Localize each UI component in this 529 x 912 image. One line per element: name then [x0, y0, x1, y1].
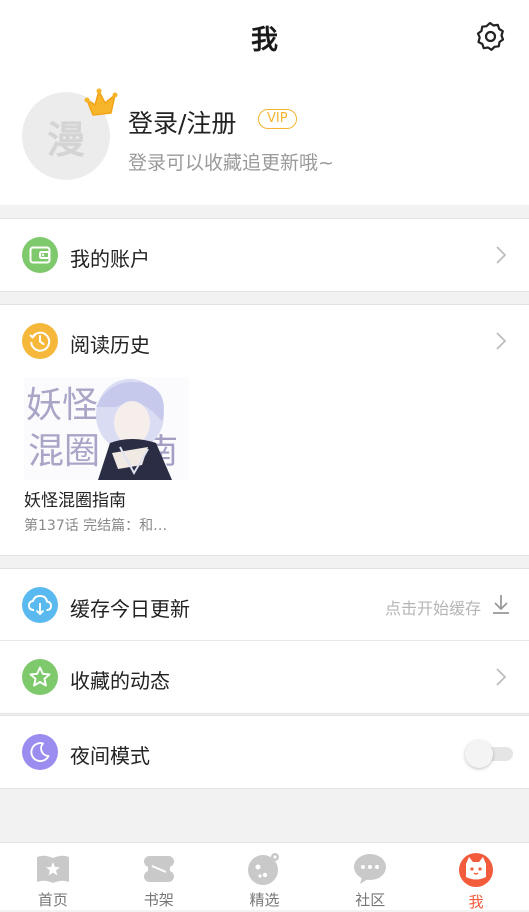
- login-register-link[interactable]: 登录/注册: [128, 104, 236, 140]
- home-star-icon: [34, 851, 72, 887]
- gear-icon[interactable]: [475, 21, 505, 51]
- book-cover[interactable]: 妖怪 混圈 南: [24, 377, 189, 480]
- profile-cat-icon: [457, 851, 495, 889]
- start-cache-hint[interactable]: 点击开始缓存: [385, 595, 481, 619]
- tab-label: 首页: [37, 891, 68, 909]
- cache-favorites-card: 缓存今日更新 点击开始缓存 收藏的动态: [0, 568, 529, 714]
- book-title: 妖怪混圈指南: [24, 491, 126, 511]
- night-mode-toggle[interactable]: [465, 740, 513, 768]
- account-card: 我的账户: [0, 218, 529, 292]
- my-account-label: 我的账户: [70, 247, 150, 271]
- reading-history-row[interactable]: 阅读历史: [0, 305, 529, 377]
- tab-label: 书架: [143, 891, 174, 909]
- tab-label: 精选: [249, 891, 280, 909]
- chevron-right-icon: [495, 331, 507, 355]
- svg-text:妖怪: 妖怪: [26, 385, 98, 426]
- moon-icon: [22, 734, 58, 770]
- chevron-right-icon: [495, 667, 507, 691]
- tab-label: 社区: [355, 891, 386, 909]
- login-hint: 登录可以收藏追更新哦~: [128, 152, 334, 174]
- crown-icon: [84, 86, 120, 122]
- book-progress: 第137话 完结篇：和…: [24, 518, 168, 534]
- svg-text:混圈: 混圈: [28, 431, 100, 472]
- chat-bubble-icon: [351, 851, 389, 887]
- download-icon[interactable]: [491, 592, 511, 620]
- tab-featured[interactable]: 精选: [212, 843, 318, 910]
- favorites-updates-label: 收藏的动态: [70, 669, 170, 693]
- my-account-row[interactable]: 我的账户: [0, 219, 529, 291]
- reading-history-label: 阅读历史: [70, 333, 150, 357]
- bookshelf-icon: [140, 851, 178, 887]
- avatar-placeholder-text: 漫: [46, 116, 85, 162]
- tab-me[interactable]: 我: [423, 843, 529, 911]
- chevron-right-icon: [495, 245, 507, 269]
- night-mode-row: 夜间模式: [0, 716, 529, 788]
- cache-today-label: 缓存今日更新: [70, 597, 190, 621]
- tab-home[interactable]: 首页: [0, 843, 106, 910]
- night-mode-label: 夜间模式: [70, 744, 150, 768]
- tab-bookshelf[interactable]: 书架: [106, 843, 212, 910]
- favorites-updates-row[interactable]: 收藏的动态: [0, 641, 529, 713]
- page-title: 我: [251, 24, 278, 56]
- top-header: 我: [0, 0, 529, 74]
- profile-section[interactable]: 漫 登录/注册 VIP 登录可以收藏追更新哦~: [0, 74, 529, 205]
- star-icon: [22, 659, 58, 695]
- history-card: 阅读历史 妖怪 混圈 南 妖怪混圈指南 第137话 完结篇：和…: [0, 304, 529, 556]
- tab-community[interactable]: 社区: [317, 843, 423, 910]
- clock-icon: [22, 323, 58, 359]
- vip-badge: VIP: [258, 109, 297, 129]
- cloud-download-icon: [22, 587, 58, 623]
- cache-today-row[interactable]: 缓存今日更新 点击开始缓存: [0, 569, 529, 641]
- history-book-item[interactable]: 妖怪 混圈 南 妖怪混圈指南 第137话 完结篇：和…: [24, 377, 189, 535]
- bottom-tab-bar: 首页 书架 精选 社区 我: [0, 842, 529, 911]
- wallet-icon: [22, 237, 58, 273]
- toggle-knob: [465, 740, 493, 768]
- night-mode-card: 夜间模式: [0, 715, 529, 789]
- featured-icon: [245, 851, 283, 887]
